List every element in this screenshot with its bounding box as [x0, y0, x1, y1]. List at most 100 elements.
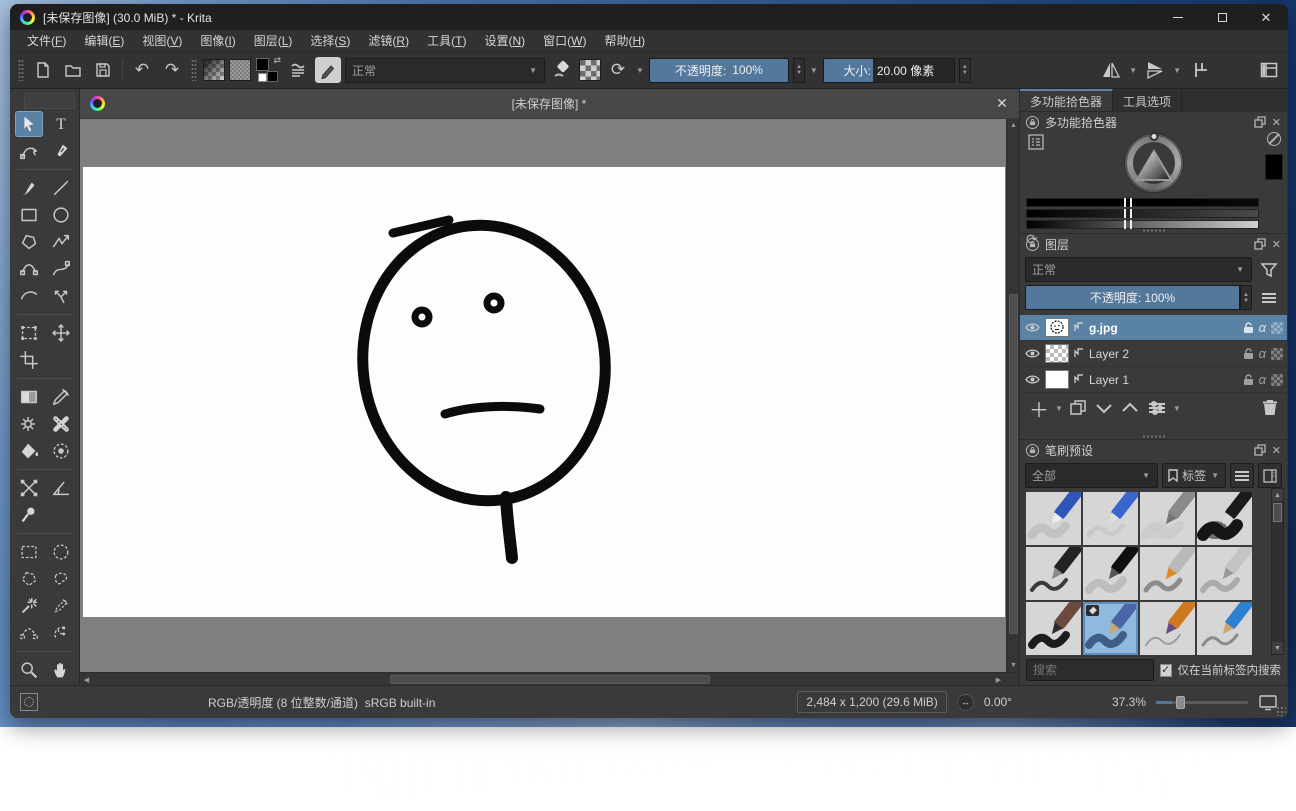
- redo-button[interactable]: ↷: [159, 57, 185, 83]
- fill-pattern-toggle[interactable]: [579, 59, 601, 81]
- new-document-button[interactable]: [30, 57, 56, 83]
- horizontal-scroll-thumb[interactable]: [390, 675, 710, 684]
- layer-row-layer-2[interactable]: Layer 2α: [1020, 341, 1287, 367]
- tool-enclose-fill[interactable]: [47, 438, 75, 464]
- alpha-channel-icon[interactable]: α: [1259, 372, 1266, 387]
- layer-blending-mode-select[interactable]: 正常▼: [1025, 257, 1252, 282]
- save-button[interactable]: [90, 57, 116, 83]
- tool-zoom[interactable]: [15, 657, 43, 683]
- tool-edit-shapes[interactable]: [15, 138, 43, 164]
- tool-text[interactable]: T: [47, 111, 75, 137]
- canvas-horizontal-scrollbar[interactable]: ◀ ▶: [80, 672, 1019, 685]
- alpha-channel-icon[interactable]: α: [1259, 320, 1266, 335]
- tool-dynamic-brush[interactable]: [15, 283, 43, 309]
- pattern-chooser[interactable]: [229, 59, 251, 81]
- fit-screen-icon[interactable]: [1258, 694, 1278, 711]
- image-dimensions[interactable]: 2,484 x 1,200 (29.6 MiB): [797, 691, 946, 713]
- tool-pattern-edit[interactable]: [15, 411, 43, 437]
- tool-magic-wand[interactable]: [15, 593, 43, 619]
- tag-search-checkbox[interactable]: ✓: [1160, 664, 1172, 677]
- layer-row-g-jpg[interactable]: g.jpgα: [1020, 315, 1287, 341]
- reload-preset-button[interactable]: ⟳: [605, 57, 631, 83]
- menu-f[interactable]: 文件(F): [18, 30, 75, 51]
- brush-preset-eraser-soft[interactable]: [1140, 492, 1195, 545]
- tool-ellipse-select[interactable]: [47, 539, 75, 565]
- brush-preset-paint-wash[interactable]: [1026, 602, 1081, 655]
- close-docker-icon[interactable]: ✕: [1272, 116, 1281, 129]
- tool-multibrush[interactable]: [47, 283, 75, 309]
- tool-fill[interactable]: [15, 438, 43, 464]
- tool-similar-select[interactable]: [47, 593, 75, 619]
- tool-smart-patch[interactable]: [47, 411, 75, 437]
- move-layer-up-button[interactable]: [1118, 397, 1142, 419]
- mirror-vertical-caret[interactable]: ▼: [1172, 66, 1182, 75]
- vertical-scroll-thumb[interactable]: [1009, 294, 1018, 634]
- subwindow-title-bar[interactable]: [未保存图像] * ✕: [80, 89, 1019, 119]
- brush-filter-select[interactable]: 全部▼: [1025, 463, 1158, 488]
- subwindow-close-icon[interactable]: ✕: [985, 95, 1019, 112]
- duplicate-layer-button[interactable]: [1066, 397, 1090, 419]
- layer-visibility-icon[interactable]: [1024, 348, 1040, 359]
- tool-freehand-path[interactable]: [47, 256, 75, 282]
- menu-h[interactable]: 帮助(H): [595, 30, 654, 51]
- close-docker-icon[interactable]: ✕: [1272, 444, 1281, 457]
- scroll-up-icon[interactable]: ▲: [1272, 489, 1283, 501]
- color-wheel[interactable]: [1125, 134, 1183, 192]
- tool-magnetic-select[interactable]: [47, 620, 75, 646]
- toolbar-drag-handle[interactable]: [18, 59, 24, 81]
- blending-mode-select[interactable]: 正常▼: [345, 58, 545, 83]
- layer-filter-icon[interactable]: [1256, 261, 1282, 279]
- tool-crop[interactable]: [15, 347, 43, 373]
- minimize-button[interactable]: [1156, 4, 1200, 30]
- alpha-inherit-icon[interactable]: [1271, 348, 1283, 360]
- menu-n[interactable]: 设置(N): [475, 30, 534, 51]
- brush-search-input[interactable]: [1026, 659, 1154, 681]
- no-color-icon[interactable]: [1267, 132, 1281, 146]
- layer-thumbnail[interactable]: [1045, 318, 1069, 337]
- layer-opacity-spinner[interactable]: ▲▼: [1240, 285, 1252, 310]
- docker-lock-icon[interactable]: [1026, 238, 1039, 251]
- layer-lock-icon[interactable]: [1243, 322, 1254, 334]
- tool-rectangle[interactable]: [15, 202, 43, 228]
- tool-measure[interactable]: [47, 475, 75, 501]
- brush-size-slider[interactable]: 大小:20.00 像素: [823, 58, 955, 83]
- gradient-chooser[interactable]: [203, 59, 225, 81]
- tool-assistants[interactable]: [15, 475, 43, 501]
- tool-bezier-select[interactable]: [15, 620, 43, 646]
- layer-opacity-slider[interactable]: 不透明度: 100%: [1025, 285, 1240, 310]
- toolbar-drag-handle[interactable]: [191, 59, 197, 81]
- tool-calligraphy[interactable]: [47, 138, 75, 164]
- float-docker-icon[interactable]: [1254, 444, 1266, 456]
- brush-preset-detail-brush[interactable]: [1140, 602, 1195, 655]
- layer-thumbnail[interactable]: [1045, 370, 1069, 389]
- tool-rect-select[interactable]: [15, 539, 43, 565]
- mirror-horizontal-caret[interactable]: ▼: [1128, 66, 1138, 75]
- docker-resize-handle[interactable]: [1142, 435, 1166, 438]
- brush-preset-ink-pen[interactable]: [1197, 492, 1252, 545]
- menu-v[interactable]: 视图(V): [133, 30, 191, 51]
- menu-s[interactable]: 选择(S): [301, 30, 359, 51]
- edit-brush-settings-button[interactable]: [315, 57, 341, 83]
- tool-reference-images[interactable]: [15, 502, 43, 528]
- menu-w[interactable]: 窗口(W): [534, 30, 595, 51]
- window-resize-grip[interactable]: [1276, 706, 1286, 716]
- layer-visibility-icon[interactable]: [1024, 322, 1040, 333]
- tool-polyline[interactable]: [47, 229, 75, 255]
- menu-e[interactable]: 编辑(E): [75, 30, 133, 51]
- foreground-background-colors[interactable]: ⇄: [255, 57, 281, 83]
- alpha-channel-icon[interactable]: α: [1259, 346, 1266, 361]
- brush-preset-pencil-black[interactable]: [1026, 547, 1081, 600]
- open-document-button[interactable]: [60, 57, 86, 83]
- layer-row-layer-1[interactable]: Layer 1α: [1020, 367, 1287, 393]
- delete-layer-button[interactable]: [1259, 397, 1281, 419]
- layer-options-menu-icon[interactable]: [1256, 293, 1282, 303]
- reload-dropdown-caret[interactable]: ▼: [635, 66, 645, 75]
- float-docker-icon[interactable]: [1254, 238, 1266, 250]
- selection-display-mode-icon[interactable]: [20, 693, 38, 711]
- tool-bezier-curve[interactable]: [15, 256, 43, 282]
- dock-tab-color-selector[interactable]: 多功能拾色器: [1020, 89, 1113, 111]
- brush-preset-eraser-small[interactable]: [1083, 492, 1138, 545]
- layer-properties-button[interactable]: [1144, 397, 1170, 419]
- dock-tab-tool-options[interactable]: 工具选项: [1113, 89, 1182, 111]
- color-selector-settings-icon[interactable]: [1028, 134, 1044, 150]
